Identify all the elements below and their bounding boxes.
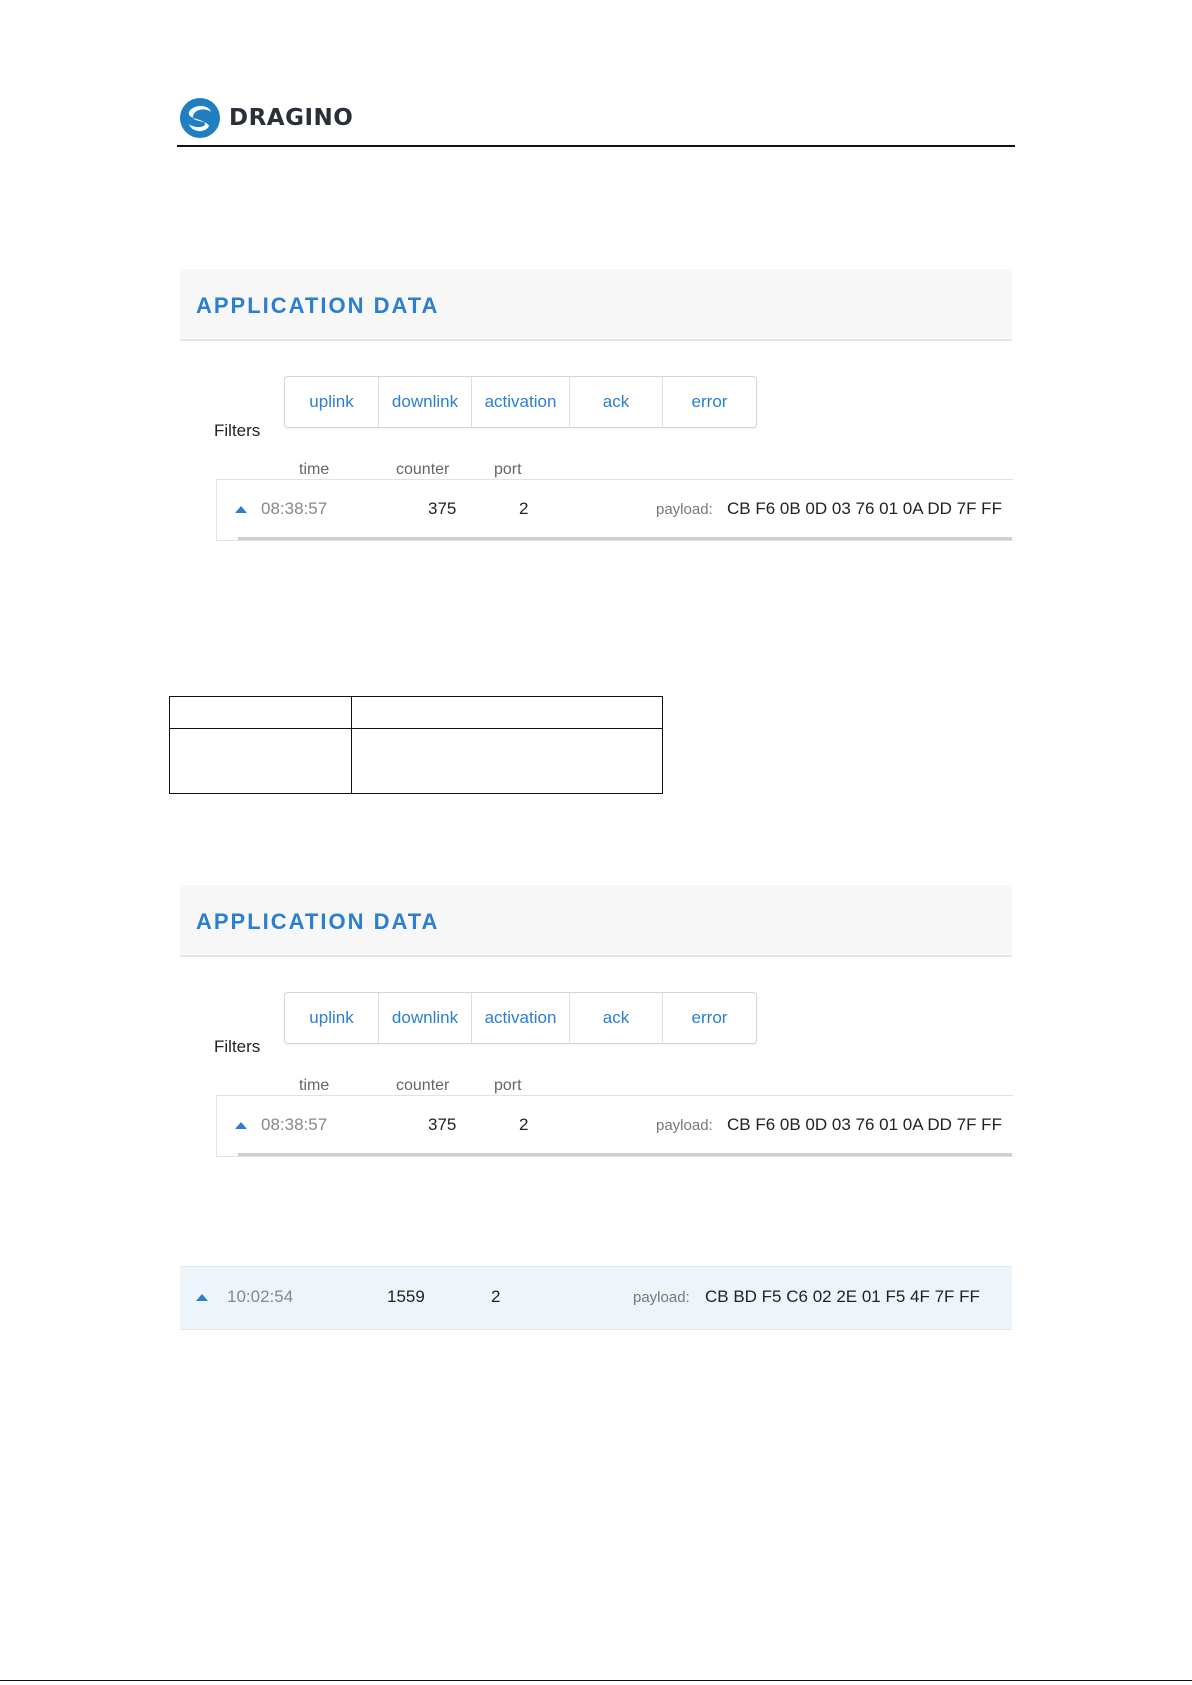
logo: DRAGINO [177, 96, 353, 140]
table-row[interactable]: 08:38:57 375 2 payload: CB F6 0B 0D 03 7… [216, 1095, 1013, 1157]
panel-title: APPLICATION DATA [196, 293, 440, 318]
row-counter: 375 [428, 499, 457, 518]
expand-caret-icon[interactable] [235, 506, 247, 513]
row-time: 10:02:54 [227, 1287, 294, 1306]
column-header-counter: counter [396, 1077, 450, 1094]
column-header-port: port [494, 1077, 522, 1094]
filters-label: Filters [214, 421, 261, 440]
filter-button-group: uplink downlink activation ack error [284, 992, 757, 1044]
payload-label: payload: [633, 1289, 690, 1306]
filter-uplink-button[interactable]: uplink [285, 377, 379, 427]
application-data-panel: APPLICATION DATA Filters uplink downlink… [180, 269, 1013, 544]
row-bottom-shadow [238, 1153, 1012, 1156]
filter-downlink-button[interactable]: downlink [379, 993, 472, 1043]
payload-label: payload: [656, 1117, 713, 1134]
dragino-logo-icon [180, 98, 220, 138]
filter-uplink-button[interactable]: uplink [285, 993, 379, 1043]
row-counter: 375 [428, 1115, 457, 1134]
row-bottom-shadow [238, 537, 1012, 540]
row-port: 2 [491, 1287, 501, 1306]
payload-value: CB F6 0B 0D 03 76 01 0A DD 7F FF [727, 1115, 1002, 1134]
filters-label: Filters [214, 1037, 261, 1056]
filter-error-button[interactable]: error [663, 377, 756, 427]
row-time: 08:38:57 [261, 499, 328, 518]
panel-header: APPLICATION DATA [180, 885, 1012, 957]
filter-error-button[interactable]: error [663, 993, 756, 1043]
page-bottom-divider [0, 1680, 1192, 1681]
filter-downlink-button[interactable]: downlink [379, 377, 472, 427]
filter-activation-button[interactable]: activation [472, 993, 570, 1043]
column-header-counter: counter [396, 461, 450, 478]
payload-value: CB F6 0B 0D 03 76 01 0A DD 7F FF [727, 499, 1002, 518]
highlighted-table-row[interactable]: 10:02:54 1559 2 payload: CB BD F5 C6 02 … [180, 1266, 1012, 1330]
filter-ack-button[interactable]: ack [570, 377, 663, 427]
table-row[interactable]: 08:38:57 375 2 payload: CB F6 0B 0D 03 7… [216, 479, 1013, 541]
panel-header: APPLICATION DATA [180, 269, 1012, 341]
application-data-panel: APPLICATION DATA Filters uplink downlink… [180, 885, 1013, 1160]
payload-value: CB BD F5 C6 02 2E 01 F5 4F 7F FF [705, 1287, 980, 1306]
filter-ack-button[interactable]: ack [570, 993, 663, 1043]
brand-name: DRAGINO [229, 105, 354, 131]
header-divider [177, 145, 1015, 147]
table-cell [169, 728, 352, 794]
row-counter: 1559 [387, 1287, 425, 1306]
expand-caret-icon[interactable] [235, 1122, 247, 1129]
column-header-port: port [494, 461, 522, 478]
expand-caret-icon[interactable] [196, 1294, 208, 1301]
row-port: 2 [519, 1115, 529, 1134]
table-row [169, 696, 663, 729]
panel-title: APPLICATION DATA [196, 909, 440, 934]
empty-table [169, 696, 663, 794]
table-row [169, 728, 663, 794]
row-time: 08:38:57 [261, 1115, 328, 1134]
filter-button-group: uplink downlink activation ack error [284, 376, 757, 428]
row-port: 2 [519, 499, 529, 518]
table-cell [351, 696, 663, 729]
table-cell [169, 696, 352, 729]
column-header-time: time [299, 1077, 330, 1094]
page-header: DRAGINO [177, 96, 1015, 147]
filter-activation-button[interactable]: activation [472, 377, 570, 427]
payload-label: payload: [656, 501, 713, 518]
table-cell [351, 728, 663, 794]
column-header-time: time [299, 461, 330, 478]
